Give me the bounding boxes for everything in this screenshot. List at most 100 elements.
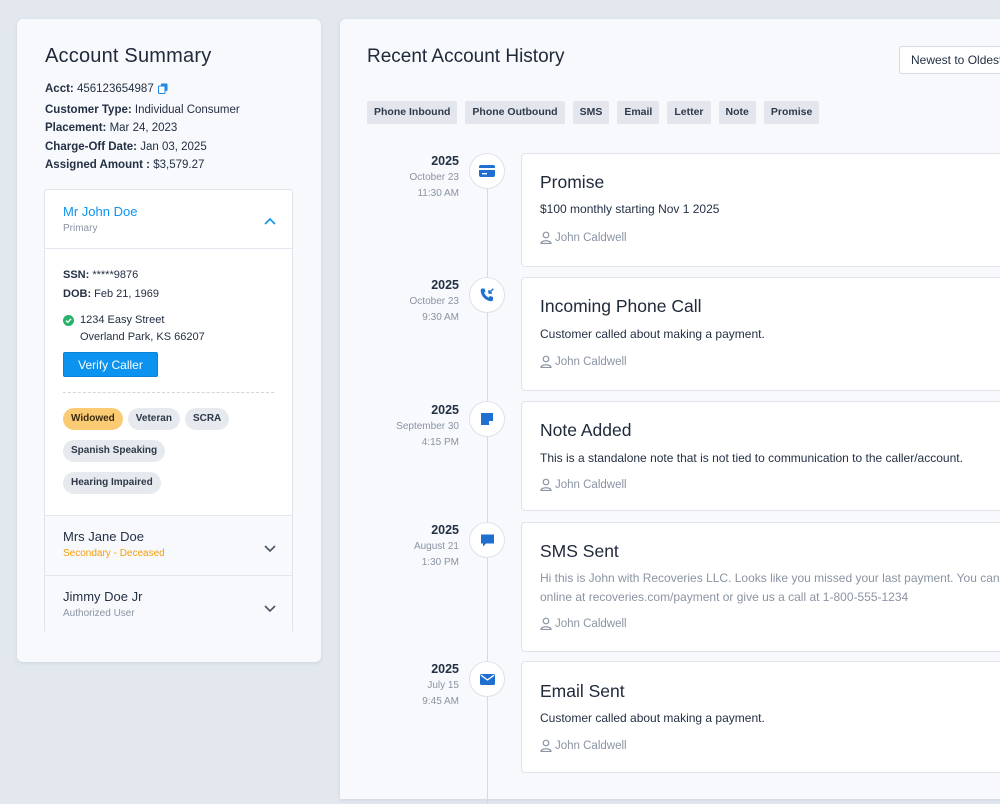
entry-time: 9:30 AM bbox=[422, 312, 459, 323]
account-history-card: Recent Account History Newest to Oldest … bbox=[340, 19, 1000, 804]
tag-widowed: Widowed bbox=[63, 408, 123, 430]
event-title: Incoming Phone Call bbox=[540, 296, 702, 316]
entry-time: 11:30 AM bbox=[417, 188, 459, 199]
entry-time: 9:45 AM bbox=[422, 696, 459, 707]
entry-day: October 23 bbox=[409, 172, 459, 183]
event-user: John Caldwell bbox=[540, 355, 627, 369]
account-summary-details: Acct: 456123654987 Customer Type: Indivi… bbox=[45, 80, 240, 175]
contact-primary-name: Mr John Doe bbox=[63, 204, 138, 219]
contact-secondary-row[interactable]: Mrs Jane Doe Secondary - Deceased bbox=[45, 515, 292, 575]
contact-primary-header[interactable]: Mr John Doe Primary bbox=[45, 190, 292, 249]
tag-spanish-speaking: Spanish Speaking bbox=[63, 440, 166, 462]
user-icon bbox=[540, 478, 555, 492]
event-description: This is a standalone note that is not ti… bbox=[540, 451, 963, 465]
filter-sms[interactable]: SMS bbox=[572, 101, 610, 124]
verify-caller-button[interactable]: Verify Caller bbox=[63, 352, 158, 377]
entry-day: July 15 bbox=[427, 680, 459, 691]
tag-hearing-impaired: Hearing Impaired bbox=[63, 472, 161, 494]
acct-label: Acct: bbox=[45, 83, 74, 95]
account-summary-title: Account Summary bbox=[45, 45, 212, 67]
filter-phone-outbound[interactable]: Phone Outbound bbox=[465, 101, 565, 124]
address-line-1: 1234 Easy Street bbox=[80, 314, 165, 326]
event-card[interactable]: Email Sent Customer called about making … bbox=[521, 661, 1000, 773]
customer-type-label: Customer Type: bbox=[45, 103, 132, 116]
event-card[interactable]: Incoming Phone Call Customer called abou… bbox=[521, 277, 1000, 391]
event-user: John Caldwell bbox=[540, 231, 627, 245]
event-title: Email Sent bbox=[540, 681, 625, 701]
event-user-name: John Caldwell bbox=[555, 479, 627, 491]
entry-year: 2025 bbox=[431, 662, 459, 676]
event-user: John Caldwell bbox=[540, 617, 627, 631]
tag-veteran: Veteran bbox=[127, 408, 180, 430]
copy-icon[interactable] bbox=[157, 82, 168, 101]
dob-value: Feb 21, 1969 bbox=[94, 288, 160, 300]
placement-label: Placement: bbox=[45, 122, 107, 134]
sort-order-select[interactable]: Newest to Oldest bbox=[899, 46, 1000, 74]
placement-value: Mar 24, 2023 bbox=[109, 122, 178, 134]
event-title: Promise bbox=[540, 172, 605, 192]
chargeoff-label: Charge-Off Date: bbox=[45, 140, 138, 153]
event-user: John Caldwell bbox=[540, 478, 627, 492]
event-title: Note Added bbox=[540, 420, 632, 440]
entry-day: September 30 bbox=[396, 421, 459, 432]
entry-time: 1:30 PM bbox=[421, 557, 459, 568]
filter-letter[interactable]: Letter bbox=[667, 101, 711, 124]
entry-year: 2025 bbox=[431, 403, 459, 417]
filter-note[interactable]: Note bbox=[718, 101, 756, 124]
timeline-line bbox=[487, 164, 488, 804]
entry-day: August 21 bbox=[413, 541, 459, 552]
entry-year: 2025 bbox=[431, 154, 459, 168]
credit-card-icon bbox=[469, 153, 505, 189]
chevron-up-icon[interactable] bbox=[264, 212, 276, 230]
event-description-line-2: online at recoveries.com/payment or give… bbox=[540, 590, 909, 604]
phone-incoming-icon bbox=[469, 277, 505, 313]
chevron-down-icon[interactable] bbox=[264, 540, 276, 558]
check-circle-icon bbox=[63, 315, 74, 326]
contact-secondary-role: Secondary - Deceased bbox=[63, 548, 165, 559]
event-description: Customer called about making a payment. bbox=[540, 711, 765, 725]
entry-time: 4:15 PM bbox=[421, 437, 459, 448]
history-filters: Phone Inbound Phone Outbound SMS Email Lette… bbox=[367, 101, 827, 124]
filter-email[interactable]: Email bbox=[617, 101, 660, 124]
filter-phone-inbound[interactable]: Phone Inbound bbox=[367, 101, 458, 124]
user-icon bbox=[540, 355, 555, 369]
event-card[interactable]: Note Added This is a standalone note tha… bbox=[521, 401, 1000, 511]
contact-authorized-row[interactable]: Jimmy Doe Jr Authorized User bbox=[45, 575, 292, 635]
address-line-2: Overland Park, KS 66207 bbox=[80, 331, 205, 343]
entry-date: 2025 July 15 9:45 AM bbox=[422, 661, 459, 710]
event-user-name: John Caldwell bbox=[555, 740, 627, 752]
tag-scra: SCRA bbox=[184, 408, 230, 430]
contact-secondary-name: Mrs Jane Doe bbox=[63, 529, 144, 544]
event-card[interactable]: SMS Sent Hi this is John with Recoveries… bbox=[521, 522, 1000, 652]
contact-primary-role: Primary bbox=[63, 223, 98, 234]
entry-date: 2025 September 30 4:15 PM bbox=[396, 402, 459, 451]
entry-year: 2025 bbox=[431, 523, 459, 537]
contacts-accordion: Mr John Doe Primary SSN: *****9876 DOB: … bbox=[44, 189, 293, 635]
account-summary-card: Account Summary Acct: 456123654987 Custo… bbox=[17, 19, 321, 662]
contact-authorized-role: Authorized User bbox=[63, 608, 135, 619]
ssn-value: *****9876 bbox=[92, 269, 139, 281]
chevron-down-icon[interactable] bbox=[264, 600, 276, 618]
entry-day: October 23 bbox=[409, 296, 459, 307]
event-description: Customer called about making a payment. bbox=[540, 327, 765, 341]
ssn-label: SSN: bbox=[63, 269, 90, 281]
sticky-note-icon bbox=[469, 401, 505, 437]
chat-bubble-icon bbox=[469, 522, 505, 558]
contact-tags: Widowed Veteran SCRA Spanish Speaking Hearin… bbox=[63, 408, 278, 504]
event-description: $100 monthly starting Nov 1 2025 bbox=[540, 202, 720, 216]
event-user: John Caldwell bbox=[540, 739, 627, 753]
event-user-name: John Caldwell bbox=[555, 618, 627, 630]
event-user-name: John Caldwell bbox=[555, 232, 627, 244]
entry-year: 2025 bbox=[431, 278, 459, 292]
filter-promise[interactable]: Promise bbox=[763, 101, 820, 124]
envelope-icon bbox=[469, 661, 505, 697]
event-title: SMS Sent bbox=[540, 541, 619, 561]
acct-value: 456123654987 bbox=[76, 83, 154, 95]
user-icon bbox=[540, 231, 555, 245]
divider bbox=[63, 392, 274, 393]
contact-primary-details: SSN: *****9876 DOB: Feb 21, 1969 1234 Ea… bbox=[45, 249, 292, 515]
contact-authorized-name: Jimmy Doe Jr bbox=[63, 589, 143, 604]
event-card[interactable]: Promise $100 monthly starting Nov 1 2025… bbox=[521, 153, 1000, 267]
entry-date: 2025 October 23 11:30 AM bbox=[410, 153, 459, 202]
event-user-name: John Caldwell bbox=[555, 356, 627, 368]
